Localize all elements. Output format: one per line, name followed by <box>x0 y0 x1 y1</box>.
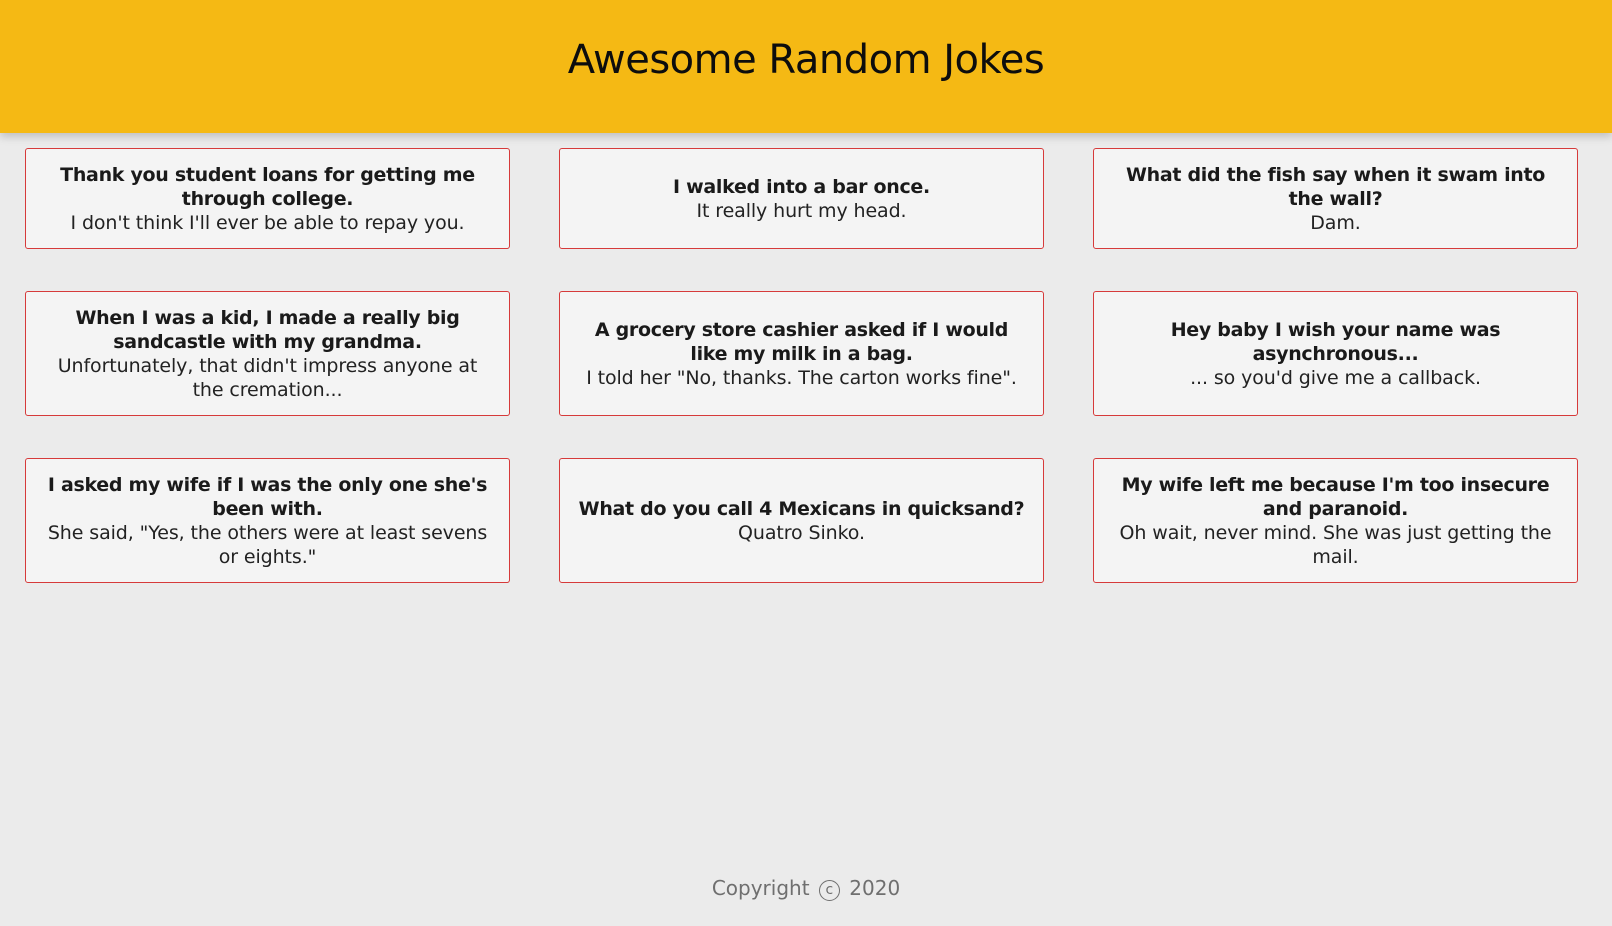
joke-setup: What do you call 4 Mexicans in quicksand… <box>578 497 1025 520</box>
copyright-year: 2020 <box>849 876 901 900</box>
joke-setup: Hey baby I wish your name was asynchrono… <box>1170 318 1501 365</box>
joke-setup: I asked my wife if I was the only one sh… <box>47 473 488 520</box>
joke-setup: What did the fish say when it swam into … <box>1125 163 1546 210</box>
joke-card: What do you call 4 Mexicans in quicksand… <box>559 458 1044 583</box>
joke-punchline: I told her "No, thanks. The carton works… <box>586 366 1017 389</box>
joke-setup: My wife left me because I'm too insecure… <box>1121 473 1550 520</box>
joke-card: Thank you student loans for getting me t… <box>25 148 510 249</box>
joke-punchline: ... so you'd give me a callback. <box>1190 366 1481 389</box>
joke-punchline: Dam. <box>1310 211 1361 234</box>
copyright-icon: c <box>818 880 840 901</box>
joke-card: A grocery store cashier asked if I would… <box>559 291 1044 416</box>
page-title: Awesome Random Jokes <box>567 36 1045 83</box>
joke-setup: I walked into a bar once. <box>673 175 930 198</box>
page-header: Awesome Random Jokes <box>0 0 1612 133</box>
joke-setup: When I was a kid, I made a really big sa… <box>75 306 460 353</box>
joke-card: I walked into a bar once. It really hurt… <box>559 148 1044 249</box>
joke-card: My wife left me because I'm too insecure… <box>1093 458 1578 583</box>
joke-card: Hey baby I wish your name was asynchrono… <box>1093 291 1578 416</box>
joke-punchline: Oh wait, never mind. She was just gettin… <box>1119 521 1552 568</box>
joke-card: What did the fish say when it swam into … <box>1093 148 1578 249</box>
joke-punchline: Unfortunately, that didn't impress anyon… <box>57 354 478 401</box>
joke-punchline: Quatro Sinko. <box>738 521 865 544</box>
joke-punchline: She said, "Yes, the others were at least… <box>47 521 488 568</box>
joke-punchline: I don't think I'll ever be able to repay… <box>70 211 465 234</box>
joke-setup: A grocery store cashier asked if I would… <box>594 318 1009 365</box>
joke-card: I asked my wife if I was the only one sh… <box>25 458 510 583</box>
joke-card: When I was a kid, I made a really big sa… <box>25 291 510 416</box>
copyright-label: Copyright <box>711 876 810 900</box>
joke-setup: Thank you student loans for getting me t… <box>60 163 475 210</box>
jokes-grid: Thank you student loans for getting me t… <box>25 148 1578 583</box>
joke-punchline: It really hurt my head. <box>696 199 907 222</box>
page-footer: Copyright c 2020 <box>0 876 1612 901</box>
